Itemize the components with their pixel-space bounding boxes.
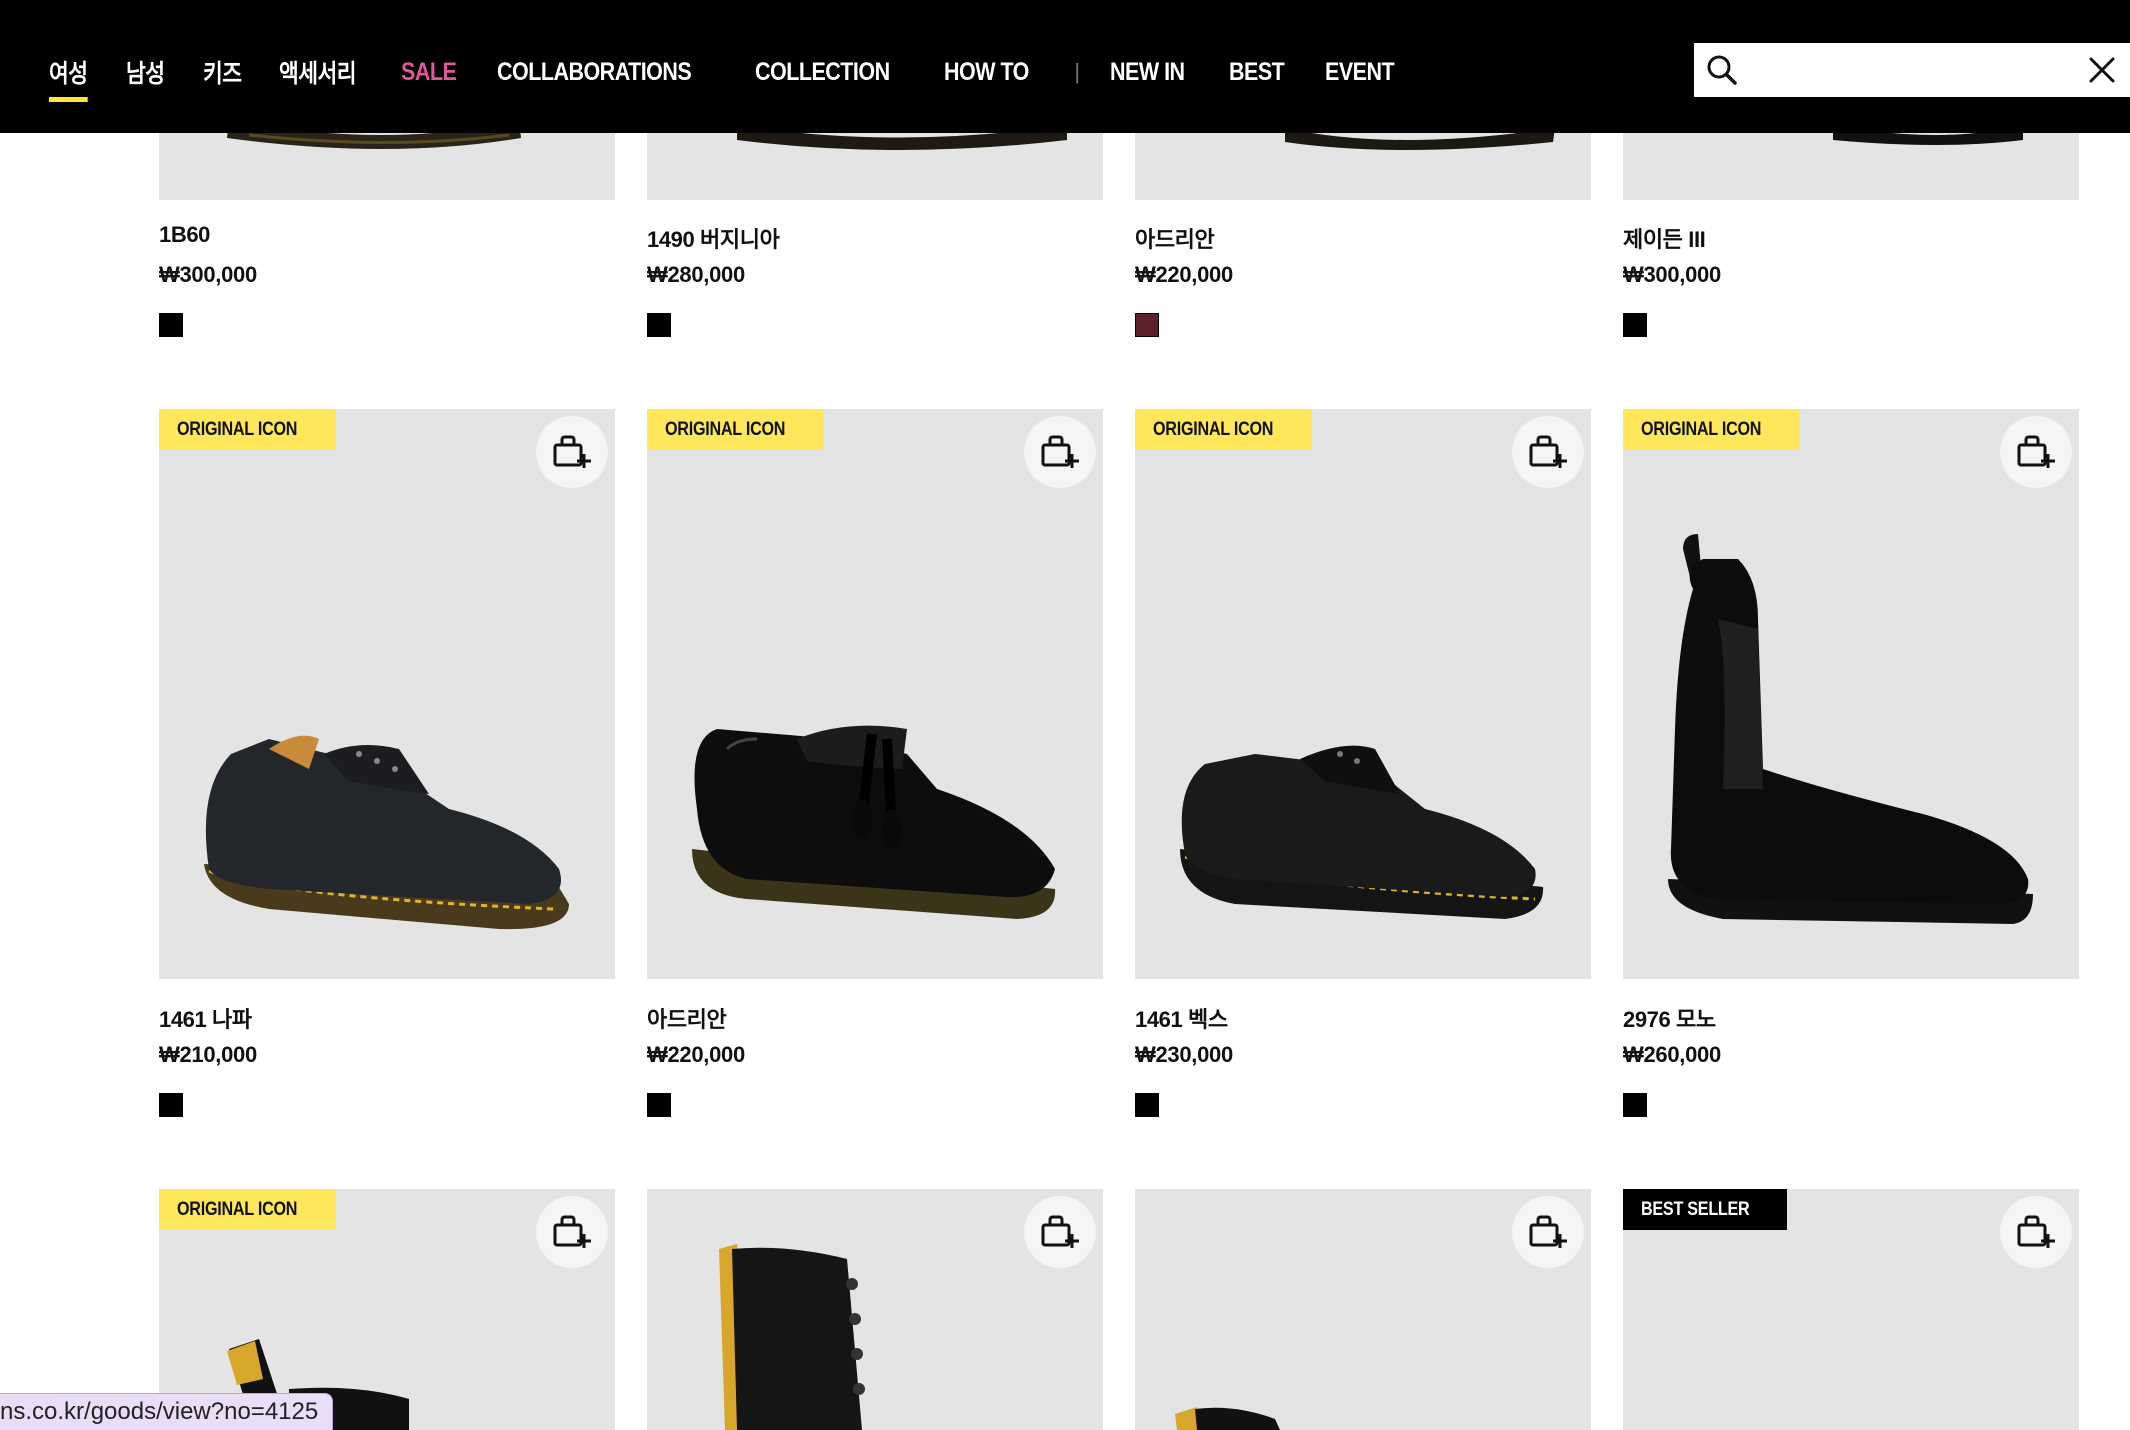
- cart-plus-icon: [1041, 1215, 1079, 1248]
- product-badge: ORIGINAL ICON: [1623, 409, 1801, 450]
- product-price: ₩300,000: [1623, 262, 1721, 287]
- add-to-cart-button[interactable]: [2000, 416, 2072, 488]
- color-swatch[interactable]: [1623, 1093, 1647, 1117]
- product-price: ₩230,000: [1135, 1042, 1233, 1067]
- product-image[interactable]: ORIGINAL ICON: [1623, 409, 2079, 979]
- product-name[interactable]: 2976 모노: [1623, 1002, 1716, 1034]
- add-to-cart-button[interactable]: [1512, 416, 1584, 488]
- add-to-cart-button[interactable]: [1512, 1196, 1584, 1268]
- cart-plus-icon: [1529, 1215, 1567, 1248]
- shoe-image: [1668, 534, 2033, 924]
- product-name[interactable]: 1490 버지니아: [647, 222, 780, 254]
- nav-item-kids[interactable]: 키즈: [203, 54, 242, 90]
- add-to-cart-button[interactable]: [1024, 416, 1096, 488]
- product-image[interactable]: ORIGINAL ICON: [647, 409, 1103, 979]
- nav-separator: |: [1074, 59, 1081, 84]
- product-price: ₩280,000: [647, 262, 745, 287]
- color-swatch[interactable]: [1623, 313, 1647, 337]
- search-icon[interactable]: [1706, 54, 1738, 86]
- product-price: ₩220,000: [647, 1042, 745, 1067]
- product-name[interactable]: 1B60: [159, 222, 210, 248]
- add-to-cart-button[interactable]: [2000, 1196, 2072, 1268]
- color-swatch[interactable]: [1135, 313, 1159, 337]
- product-badge: BEST SELLER: [1623, 1189, 1787, 1230]
- product-badge: ORIGINAL ICON: [159, 1189, 337, 1230]
- product-image[interactable]: ORIGINAL ICON: [1135, 409, 1591, 979]
- add-to-cart-button[interactable]: [536, 416, 608, 488]
- nav-item-collaborations[interactable]: COLLABORATIONS: [497, 58, 692, 87]
- product-price: ₩260,000: [1623, 1042, 1721, 1067]
- product-grid: 1B60 ₩300,000 1490 버지니아 ₩280,000 아드리안 ₩2…: [0, 0, 2130, 1430]
- nav-item-best[interactable]: BEST: [1229, 58, 1285, 87]
- cart-plus-icon: [553, 1215, 591, 1248]
- shoe-image: [1180, 745, 1544, 919]
- nav-item-women[interactable]: 여성: [49, 54, 88, 102]
- status-bar-link-preview: ns.co.kr/goods/view?no=4125: [0, 1393, 334, 1430]
- add-to-cart-button[interactable]: [536, 1196, 608, 1268]
- color-swatch[interactable]: [647, 1093, 671, 1117]
- nav-item-new-in[interactable]: NEW IN: [1110, 58, 1185, 87]
- cart-plus-icon: [553, 435, 591, 468]
- add-to-cart-button[interactable]: [1024, 1196, 1096, 1268]
- nav-item-event[interactable]: EVENT: [1325, 58, 1395, 87]
- color-swatch[interactable]: [159, 313, 183, 337]
- search-bar[interactable]: [1694, 43, 2130, 97]
- color-swatch[interactable]: [159, 1093, 183, 1117]
- color-swatch[interactable]: [1135, 1093, 1159, 1117]
- search-input[interactable]: [1752, 51, 2052, 89]
- nav-item-sale[interactable]: SALE: [401, 58, 457, 87]
- product-image[interactable]: [647, 1189, 1103, 1430]
- shoe-image: [692, 725, 1056, 919]
- product-name[interactable]: 1461 나파: [159, 1002, 252, 1034]
- shoe-image: [204, 735, 569, 930]
- nav-item-how-to[interactable]: HOW TO: [944, 58, 1029, 87]
- product-image[interactable]: BEST SELLER: [1623, 1189, 2079, 1430]
- product-name[interactable]: 1461 벡스: [1135, 1002, 1228, 1034]
- product-name[interactable]: 제이든 III: [1623, 222, 1706, 254]
- product-price: ₩210,000: [159, 1042, 257, 1067]
- close-icon[interactable]: [2088, 56, 2116, 84]
- nav-item-collection[interactable]: COLLECTION: [755, 58, 890, 87]
- main-nav: 여성 남성 키즈 액세서리 SALE COLLABORATIONS COLLEC…: [49, 52, 1437, 102]
- product-badge: ORIGINAL ICON: [159, 409, 337, 450]
- nav-item-accessories[interactable]: 액세서리: [279, 54, 357, 90]
- top-navigation-bar: 여성 남성 키즈 액세서리 SALE COLLABORATIONS COLLEC…: [0, 0, 2130, 133]
- nav-item-men[interactable]: 남성: [126, 54, 165, 90]
- product-name[interactable]: 아드리안: [647, 1002, 727, 1034]
- cart-plus-icon: [2017, 1215, 2055, 1248]
- product-name[interactable]: 아드리안: [1135, 222, 1215, 254]
- color-swatch[interactable]: [647, 313, 671, 337]
- product-image[interactable]: ORIGINAL ICON: [159, 409, 615, 979]
- product-badge: ORIGINAL ICON: [1135, 409, 1313, 450]
- product-image[interactable]: [1135, 1189, 1591, 1430]
- product-badge: ORIGINAL ICON: [647, 409, 825, 450]
- product-price: ₩220,000: [1135, 262, 1233, 287]
- cart-plus-icon: [1529, 435, 1567, 468]
- cart-plus-icon: [2017, 435, 2055, 468]
- product-price: ₩300,000: [159, 262, 257, 287]
- cart-plus-icon: [1041, 435, 1079, 468]
